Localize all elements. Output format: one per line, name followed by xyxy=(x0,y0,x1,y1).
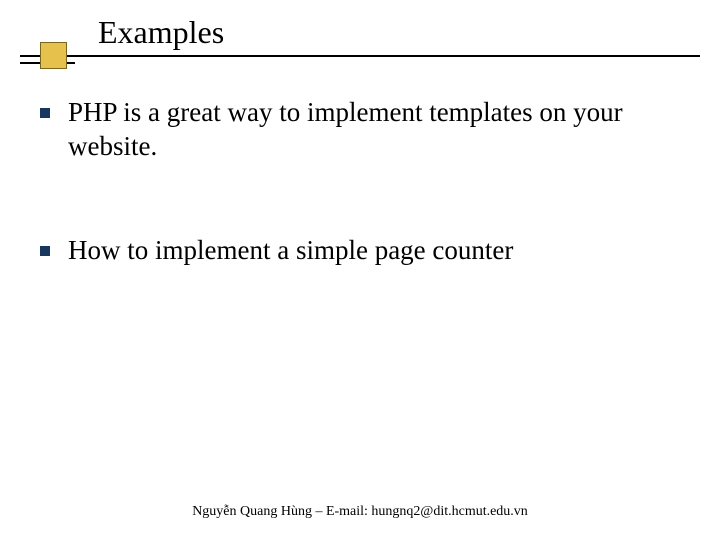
bullet-square-icon xyxy=(40,246,50,256)
body: PHP is a great way to implement template… xyxy=(40,96,680,267)
list-item-text: How to implement a simple page counter xyxy=(68,234,513,268)
list-item: How to implement a simple page counter xyxy=(40,234,680,268)
slide-title: Examples xyxy=(98,14,720,51)
title-accent-square-icon xyxy=(40,42,67,69)
slide: Examples PHP is a great way to implement… xyxy=(0,0,720,540)
title-block: Examples xyxy=(0,14,720,57)
footer-text: Nguyễn Quang Hùng – E-mail: hungnq2@dit.… xyxy=(0,504,720,520)
list-item-text: PHP is a great way to implement template… xyxy=(68,96,680,164)
title-rule-long xyxy=(20,55,700,57)
list-item: PHP is a great way to implement template… xyxy=(40,96,680,164)
bullet-square-icon xyxy=(40,108,50,118)
